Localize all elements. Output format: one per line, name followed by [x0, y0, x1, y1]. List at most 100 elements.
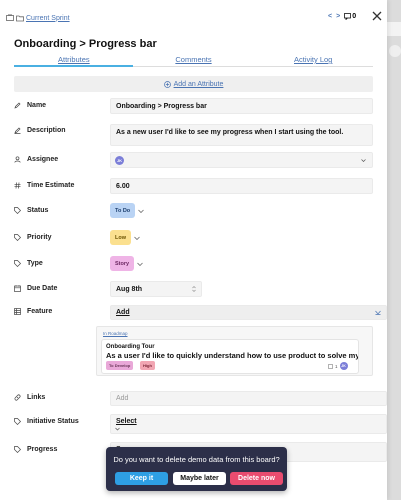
status-select[interactable]: To Do	[110, 203, 144, 218]
time-estimate-field[interactable]: 6.00	[110, 178, 373, 194]
priority-badge: Low	[110, 230, 131, 245]
chevron-down-icon	[134, 236, 140, 240]
status-label-text: Status	[27, 207, 49, 214]
time-estimate-label-text: Time Estimate	[27, 182, 75, 189]
type-select[interactable]: Story	[110, 256, 143, 271]
calendar-icon	[14, 285, 21, 292]
initiative-status-label: Initiative Status	[14, 418, 79, 425]
name-field[interactable]: Onboarding > Progress bar	[110, 98, 373, 114]
priority-label-text: Priority	[27, 234, 52, 241]
initiative-status-row: Initiative Status Select	[14, 414, 387, 434]
delete-now-button[interactable]: Delete now	[230, 472, 283, 485]
initiative-status-value: Select	[116, 418, 137, 425]
chevron-down-icon	[361, 158, 366, 162]
due-date-field[interactable]: Aug 8th	[110, 281, 202, 297]
initiative-status-select[interactable]: Select	[110, 414, 387, 434]
links-field[interactable]: Add	[110, 391, 387, 406]
breadcrumb-label[interactable]: Current Sprint	[26, 15, 70, 22]
tab-underline	[14, 65, 373, 67]
pencil-icon	[14, 102, 21, 109]
links-label: Links	[14, 394, 45, 401]
tag-icon	[14, 234, 21, 241]
add-attribute-label[interactable]: Add an Attribute	[174, 81, 224, 88]
progress-label-text: Progress	[27, 446, 58, 453]
description-field[interactable]: As a new user I'd like to see my progres…	[110, 124, 373, 146]
description-row: Description As a new user I'd like to se…	[14, 124, 373, 146]
time-estimate-row: Time Estimate 6.00	[14, 178, 373, 194]
sprint-icon	[6, 14, 14, 21]
toast-message: Do you want to delete demo data from thi…	[113, 455, 280, 464]
prev-card-button[interactable]: <	[328, 13, 332, 20]
status-row: Status To Do	[14, 203, 373, 220]
comment-icon	[344, 13, 352, 20]
feature-card[interactable]: Onboarding Tour As a user I'd like to qu…	[101, 339, 359, 374]
type-row: Type Story	[14, 256, 373, 273]
priority-label: Priority	[14, 234, 52, 241]
card-detail-panel: Current Sprint < > 0 Onboarding > Progre…	[0, 0, 387, 500]
link-icon	[14, 394, 21, 401]
feature-add-label: Add	[116, 309, 130, 316]
feature-label: Feature	[14, 308, 52, 315]
tag-icon	[14, 446, 21, 453]
hash-icon	[14, 182, 21, 189]
feature-card-count: 1	[335, 363, 338, 369]
edit-text-icon	[14, 127, 21, 134]
initiative-status-label-text: Initiative Status	[27, 418, 79, 425]
time-estimate-label: Time Estimate	[14, 182, 74, 189]
feature-row: Feature Add	[14, 305, 387, 320]
feature-label-text: Feature	[27, 308, 53, 315]
links-row: Links Add	[14, 391, 387, 406]
links-label-text: Links	[27, 394, 46, 401]
add-attribute-button[interactable]: Add an Attribute	[14, 76, 373, 92]
assignee-select[interactable]: JK	[110, 152, 373, 168]
close-icon[interactable]	[372, 11, 382, 21]
card-title: Onboarding > Progress bar	[14, 38, 157, 50]
tag-icon	[14, 260, 21, 267]
feature-card-tag: To Develop	[106, 361, 134, 370]
comment-count[interactable]: 0	[344, 13, 356, 20]
due-date-label: Due Date	[14, 285, 57, 292]
background-pill	[389, 45, 401, 57]
chevron-down-icon	[138, 209, 144, 213]
feature-card-meta: 1 JK	[328, 362, 348, 370]
layers-icon	[14, 308, 21, 315]
user-icon	[14, 156, 21, 163]
active-tab-indicator	[14, 65, 133, 67]
next-card-button[interactable]: >	[336, 13, 340, 20]
type-label-text: Type	[27, 260, 43, 267]
assignee-label-text: Assignee	[27, 156, 59, 163]
chevron-down-icon	[115, 427, 120, 431]
due-date-row: Due Date Aug 8th	[14, 281, 373, 297]
status-badge: To Do	[110, 203, 136, 218]
priority-select[interactable]: Low	[110, 230, 140, 245]
assignee-avatar: JK	[115, 155, 124, 165]
priority-row: Priority Low	[14, 230, 373, 247]
status-label: Status	[14, 207, 48, 214]
link-icon	[328, 363, 333, 369]
breadcrumb[interactable]: Current Sprint	[6, 14, 70, 22]
description-label-text: Description	[27, 127, 66, 134]
stepper-icon	[192, 286, 196, 292]
delete-demo-toast: Do you want to delete demo data from thi…	[106, 447, 287, 491]
maybe-later-button[interactable]: Maybe later	[173, 472, 226, 485]
due-date-label-text: Due Date	[27, 285, 58, 292]
chevron-down-icon	[137, 262, 143, 266]
folder-icon	[16, 15, 24, 22]
name-label: Name	[14, 102, 46, 109]
chevron-down-icon	[375, 310, 381, 315]
name-row: Name Onboarding > Progress bar	[14, 98, 373, 114]
comment-count-value: 0	[352, 13, 357, 20]
due-date-value: Aug 8th	[116, 285, 143, 293]
roadmap-link[interactable]: In Roadmap	[103, 331, 128, 336]
feature-card-tag: High	[140, 361, 155, 370]
feature-select[interactable]: Add	[110, 305, 387, 320]
keep-it-button[interactable]: Keep it	[115, 472, 168, 485]
feature-card-avatar: JK	[339, 362, 348, 370]
feature-card-title: Onboarding Tour	[106, 344, 155, 350]
tag-icon	[14, 207, 21, 214]
feature-card-container: In Roadmap Onboarding Tour As a user I'd…	[96, 326, 373, 376]
plus-circle-icon	[163, 80, 171, 88]
assignee-row: Assignee JK	[14, 152, 373, 168]
name-label-text: Name	[27, 102, 47, 109]
assignee-label: Assignee	[14, 156, 58, 163]
